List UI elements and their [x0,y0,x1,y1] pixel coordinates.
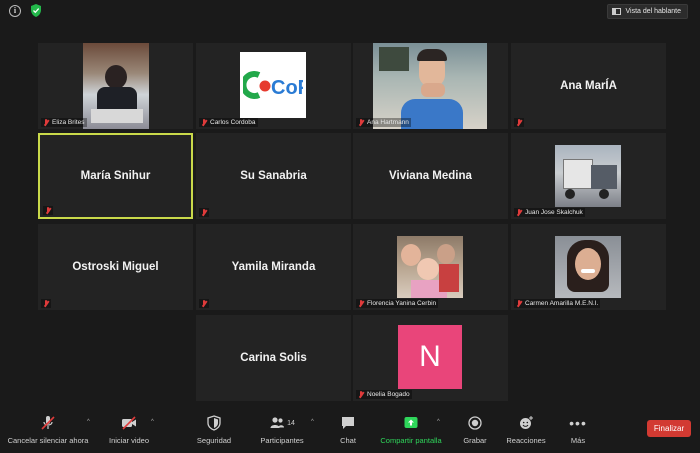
participant-name: Viviana Medina [389,170,472,182]
participant-tile[interactable]: Carmen Amarilla M.E.N.I. [511,224,666,310]
mic-off-icon [43,119,49,126]
participant-tile[interactable]: Su Sanabria [196,133,351,219]
participants-count: 14 [287,419,295,427]
audio-options-caret-icon[interactable]: ^ [87,419,90,425]
participant-tile[interactable]: CoPI Carlos Cordoba [196,43,351,129]
mic-off-icon [358,391,364,398]
participant-video [397,236,463,298]
record-icon [468,416,482,430]
reactions-button[interactable]: Reacciones [504,415,548,445]
participant-tile[interactable]: Eliza Brites [38,43,193,129]
participant-label: Ana Hartmann [356,118,411,127]
participant-label: Florencia Yanina Cerbin [356,299,439,308]
participant-label [43,206,53,215]
svg-text:CoPI: CoPI [271,77,303,99]
unmute-button[interactable]: Cancelar silenciar ahora [6,415,90,445]
participant-tile[interactable]: N Noelia Bogado [353,315,508,401]
participant-label [41,299,51,308]
copi-logo-icon: CoPI [243,71,303,99]
participant-tile[interactable]: Carina Solis [196,315,351,401]
mic-muted-icon [41,416,55,430]
participant-label [199,208,209,217]
participant-name: Su Sanabria [240,170,307,182]
avatar: N [398,325,462,389]
participant-label [514,118,524,127]
participants-icon [270,417,285,428]
more-button[interactable]: ••• Más [566,415,590,445]
participant-tile[interactable]: Florencia Yanina Cerbin [353,224,508,310]
mic-off-icon [516,119,522,126]
participant-tile[interactable]: Ostroski Miguel [38,224,193,310]
share-screen-button[interactable]: Compartir pantalla [376,415,446,445]
mic-off-icon [43,300,49,307]
participant-label: Noelia Bogado [356,390,412,399]
chat-icon [342,417,354,429]
participant-label: Eliza Brites [41,118,87,127]
mic-off-icon [358,300,364,307]
mic-off-icon [45,207,51,214]
participant-tile[interactable]: Viviana Medina [353,133,508,219]
start-video-button[interactable]: Iniciar video [104,415,154,445]
participants-options-caret-icon[interactable]: ^ [311,419,314,425]
share-screen-icon [404,417,418,428]
security-shield-icon [207,415,221,431]
participants-button[interactable]: 14 Participantes [256,415,308,445]
record-button[interactable]: Grabar [460,415,490,445]
security-button[interactable]: Seguridad [192,415,236,445]
mic-off-icon [516,300,522,307]
participant-name: María Snihur [80,170,151,182]
participant-label: Juan Jose Skalchuk [514,208,585,217]
mic-off-icon [201,209,207,216]
participant-tile-active-speaker[interactable]: María Snihur [38,133,193,219]
participant-video [555,236,621,298]
participant-tile[interactable]: Yamila Miranda [196,224,351,310]
video-options-caret-icon[interactable]: ^ [151,419,154,425]
video-grid: Eliza Brites CoPI Carlos Cordoba Ana Har… [0,0,700,410]
participant-video [555,145,621,207]
participant-label [199,299,209,308]
mic-off-icon [516,209,522,216]
participant-video [83,43,149,129]
participant-name: Ana MarÍA [560,80,617,92]
participant-video [373,43,487,129]
chat-button[interactable]: Chat [334,415,362,445]
participant-tile[interactable]: Ana Hartmann [353,43,508,129]
participant-name: Ostroski Miguel [72,261,159,273]
more-dots-icon: ••• [569,415,587,431]
end-meeting-button[interactable]: Finalizar [647,420,691,437]
share-options-caret-icon[interactable]: ^ [437,419,440,425]
mic-off-icon [201,119,207,126]
copi-logo: CoPI [240,52,306,118]
participant-name: Carina Solis [240,352,307,364]
participant-name: Yamila Miranda [231,261,316,273]
participant-tile[interactable]: Ana MarÍA [511,43,666,129]
mic-off-icon [358,119,364,126]
participant-label: Carlos Cordoba [199,118,258,127]
participant-label: Carmen Amarilla M.E.N.I. [514,299,601,308]
video-off-icon [122,416,136,430]
meeting-toolbar: Cancelar silenciar ahora ^ Iniciar video… [0,410,700,453]
participant-tile[interactable]: Juan Jose Skalchuk [511,133,666,219]
reactions-smiley-icon [520,416,533,429]
mic-off-icon [201,300,207,307]
